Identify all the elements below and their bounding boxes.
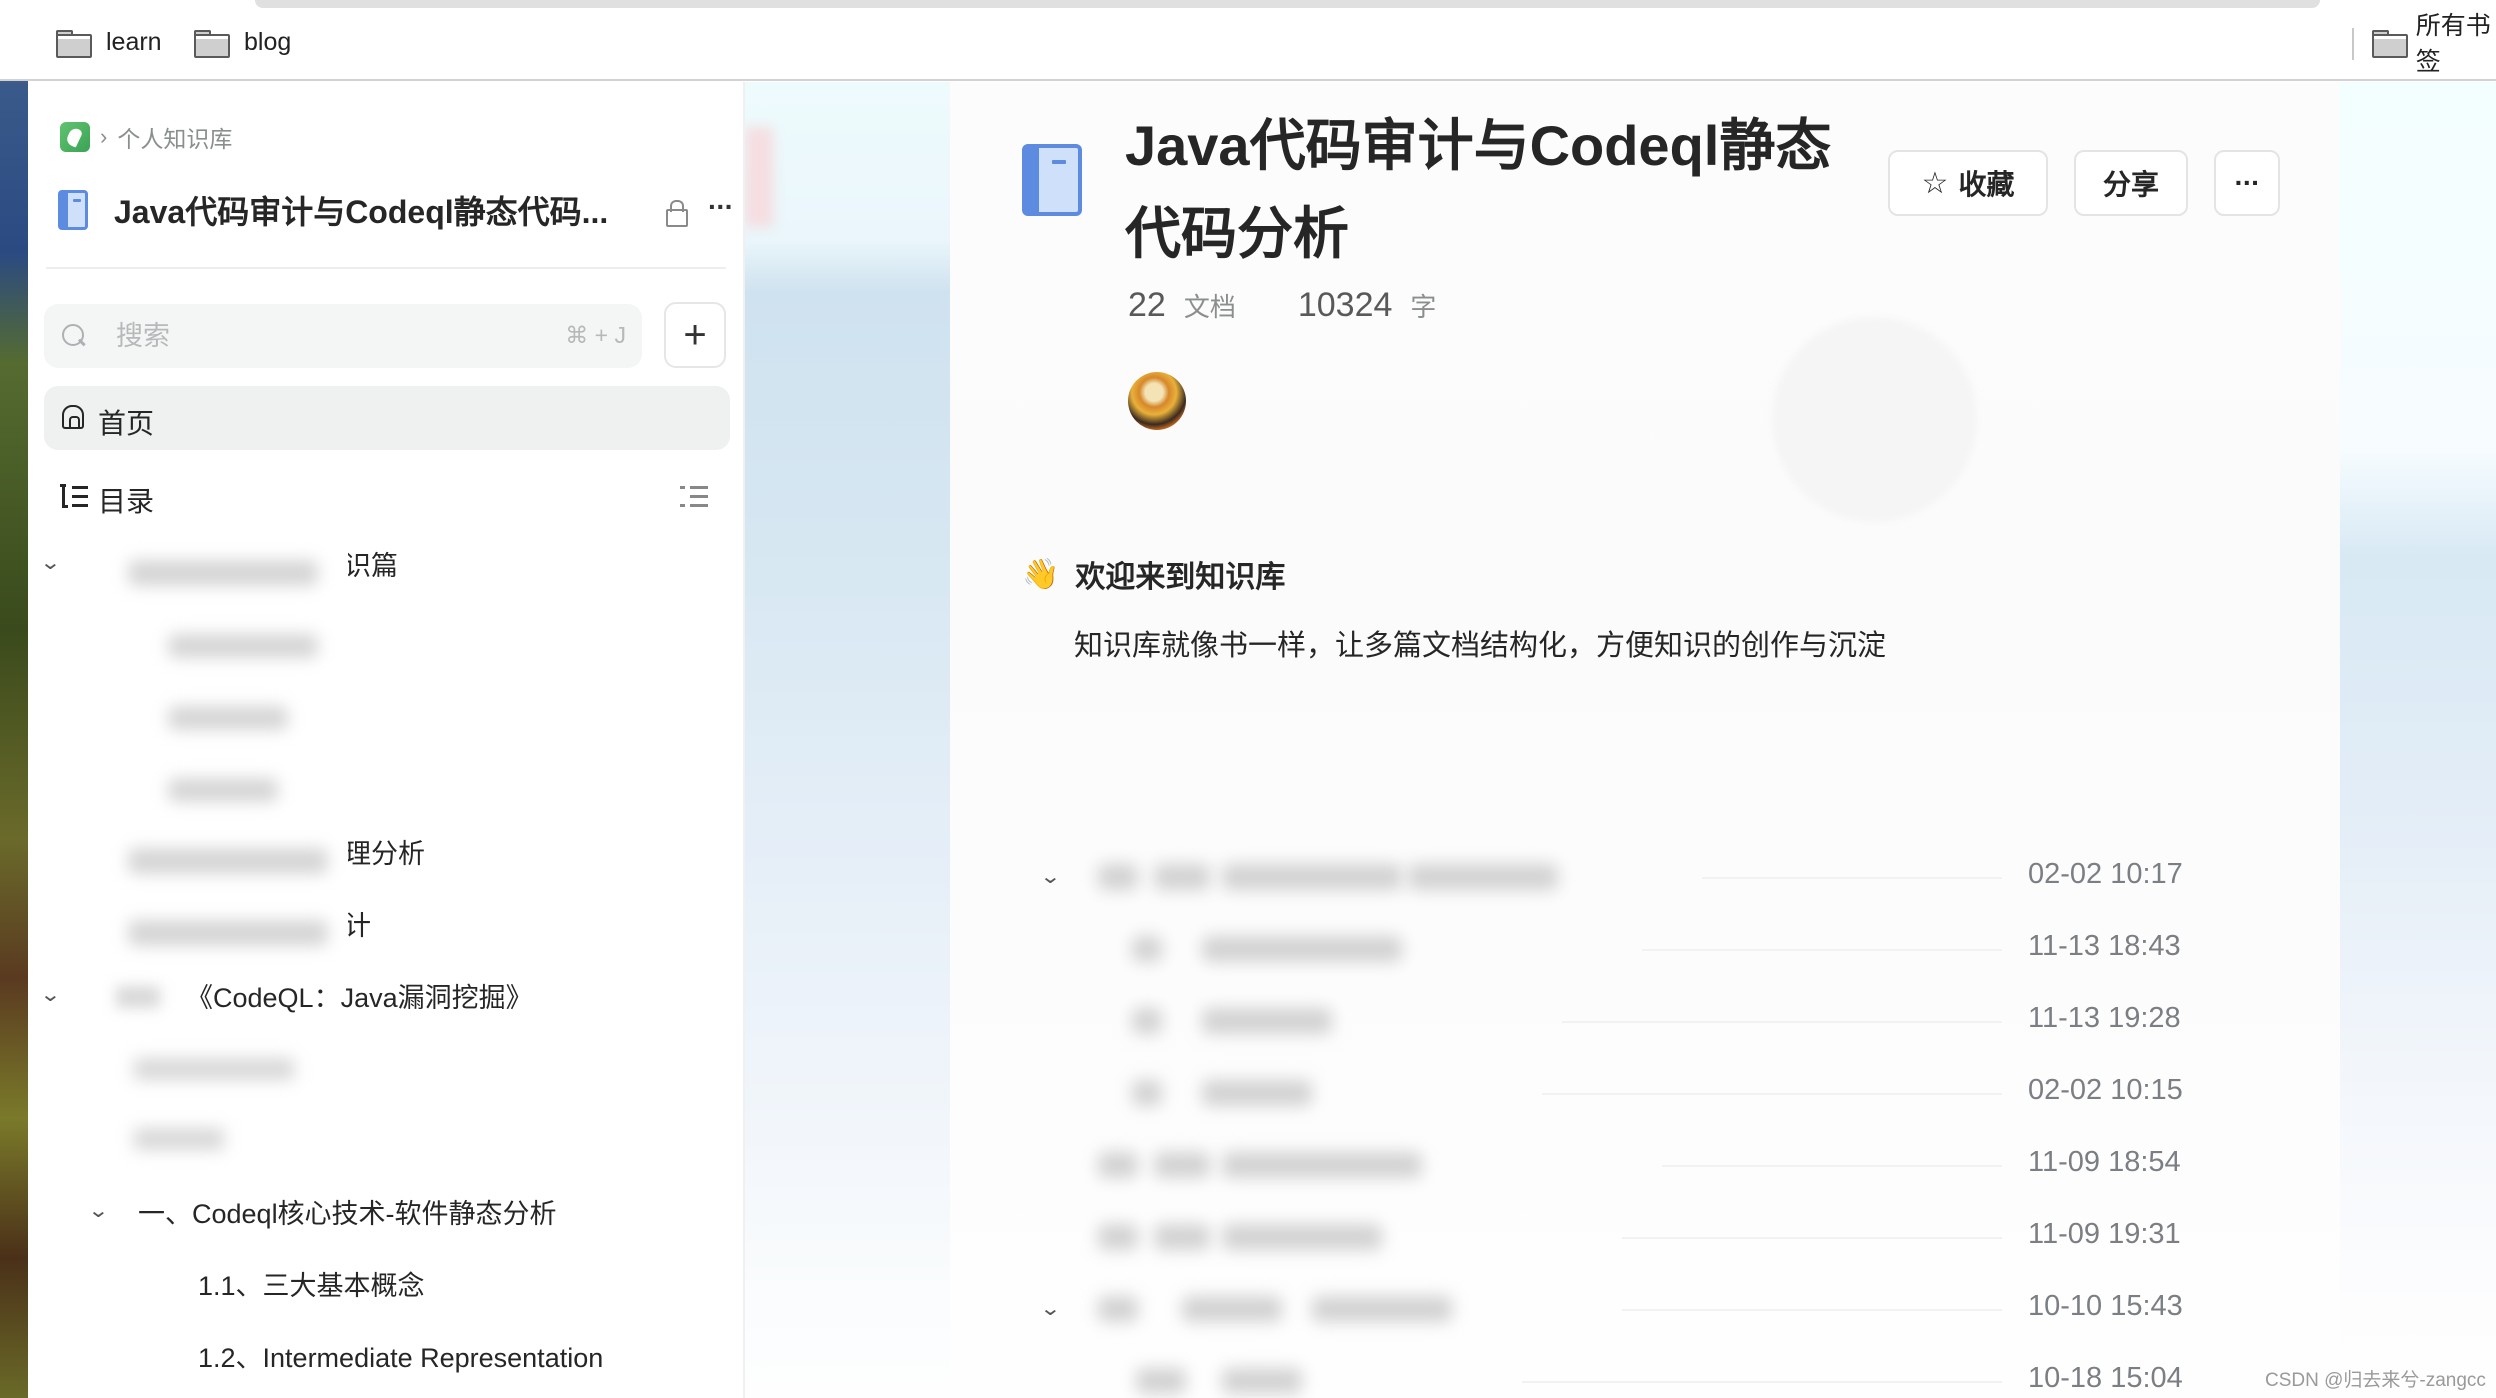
redacted-title: [1092, 1144, 1682, 1186]
nav-home[interactable]: 首页: [44, 386, 730, 450]
toc-collapse-icon[interactable]: [680, 484, 710, 508]
search-icon: [62, 324, 86, 348]
tree-item-label: 一、Codeql核心技术-软件静态分析: [138, 1199, 557, 1229]
more-options-button[interactable]: ···: [2214, 150, 2280, 216]
tree-item[interactable]: [42, 1118, 722, 1158]
book-title[interactable]: Java代码审计与Codeql静态代码...: [114, 187, 608, 233]
desktop-wallpaper: [0, 0, 28, 1398]
nav-catalog-label: 目录: [98, 486, 155, 517]
redacted-title: [1092, 856, 1682, 898]
chevron-down-icon[interactable]: ⌄: [1039, 864, 1061, 889]
welcome-heading: 👋 欢迎来到知识库: [1022, 552, 1285, 596]
page-background-right: [2340, 82, 2496, 1398]
doc-list-item[interactable]: 11-09 18:54: [1042, 1140, 2222, 1190]
tree-item-label: 《CodeQL：Java漏洞挖掘》: [186, 983, 533, 1013]
lock-icon: [666, 200, 688, 227]
bookmark-label: blog: [244, 27, 292, 56]
avatar[interactable]: [1128, 372, 1186, 430]
bookmark-all-bookmarks[interactable]: 所有书签: [2372, 12, 2496, 76]
doc-updated-time: 11-13 18:43: [2028, 930, 2181, 962]
doc-updated-time: 10-18 15:04: [2028, 1362, 2183, 1394]
chevron-down-icon[interactable]: ⌄: [39, 550, 61, 575]
book-icon: [58, 190, 88, 230]
welcome-description: 知识库就像书一样，让多篇文档结构化，方便知识的创作与沉淀: [1074, 630, 1887, 662]
chevron-right-icon: ›: [100, 124, 108, 149]
doc-updated-time: 02-02 10:15: [2028, 1074, 2183, 1106]
redacted-title: [1092, 1288, 1682, 1330]
doc-list-item[interactable]: 02-02 10:15: [1042, 1068, 2222, 1118]
page-background: [745, 82, 950, 1398]
redacted-region: [122, 1052, 322, 1084]
bookmark-learn[interactable]: learn: [56, 27, 162, 58]
address-bar[interactable]: [255, 0, 2320, 8]
star-icon: ☆: [1921, 166, 1949, 200]
doc-updated-time: 11-09 19:31: [2028, 1218, 2181, 1250]
page-title: Java代码审计与Codeql静态代码分析: [1125, 114, 1832, 265]
more-options-button[interactable]: ···: [708, 191, 734, 223]
words-unit: 字: [1410, 292, 1437, 322]
redacted-region: [108, 542, 348, 1012]
book-stats: 22 文档 10324 字: [1128, 286, 1436, 325]
doc-list-item[interactable]: 11-13 18:43: [1042, 924, 2222, 974]
words-count: 10324: [1297, 286, 1393, 324]
nav-catalog[interactable]: 目录: [44, 464, 730, 528]
watermark: CSDN @归去来兮-zangcc: [2265, 1370, 2486, 1391]
breadcrumb-personal-library[interactable]: 个人知识库: [117, 120, 232, 154]
doc-list-item[interactable]: 11-13 19:28: [1042, 996, 2222, 1046]
welcome-title: 欢迎来到知识库: [1075, 561, 1286, 594]
folder-icon: [56, 30, 92, 58]
search-box[interactable]: ⌘ + J: [44, 304, 642, 368]
chevron-down-icon[interactable]: ⌄: [1039, 1296, 1061, 1321]
folder-icon: [194, 30, 230, 58]
divider: [46, 267, 726, 269]
yuque-logo-icon[interactable]: [60, 122, 90, 152]
favorite-button[interactable]: ☆ 收藏: [1888, 150, 2048, 216]
favorite-label: 收藏: [1958, 169, 2015, 200]
redacted-region: [110, 982, 170, 1012]
sidebar: › 个人知识库 Java代码审计与Codeql静态代码... ··· ⌘ + J…: [28, 82, 745, 1398]
doc-list-item[interactable]: 11-09 19:31: [1042, 1212, 2222, 1262]
book-header: Java代码审计与Codeql静态代码... ···: [58, 185, 738, 235]
nav-home-label: 首页: [98, 408, 155, 439]
bookmarks-bar: learn blog 所有书签: [0, 0, 2496, 81]
add-button[interactable]: +: [664, 302, 726, 368]
docs-unit: 文档: [1183, 292, 1236, 322]
tree-item[interactable]: 1.2、Intermediate Representation: [42, 1336, 722, 1376]
doc-list-item[interactable]: ⌄ 02-02 10:17: [1039, 852, 2222, 902]
tree-item[interactable]: [42, 1048, 722, 1088]
bookmark-blog[interactable]: blog: [194, 27, 292, 58]
bookmark-label: learn: [106, 27, 162, 56]
doc-list-item[interactable]: 10-18 15:04: [1042, 1356, 2222, 1398]
doc-updated-time: 10-10 15:43: [2028, 1290, 2183, 1322]
breadcrumb: › 个人知识库: [60, 122, 232, 152]
tree-item[interactable]: 1.1、三大基本概念: [42, 1264, 722, 1304]
book-icon: [1022, 144, 1082, 216]
chevron-down-icon[interactable]: ⌄: [39, 982, 61, 1007]
doc-updated-time: 02-02 10:17: [2028, 858, 2183, 890]
tree-item-label: 1.2、Intermediate Representation: [198, 1343, 604, 1373]
tree-item-label: 1.1、三大基本概念: [198, 1271, 425, 1301]
bookmark-label: 所有书签: [2415, 12, 2491, 76]
docs-count: 22: [1128, 286, 1166, 324]
waving-hand-icon: 👋: [1022, 557, 1060, 591]
doc-list-item[interactable]: ⌄ 10-10 15:43: [1039, 1284, 2222, 1334]
decorative-circle: [1772, 317, 1977, 522]
chevron-down-icon[interactable]: ⌄: [87, 1198, 109, 1223]
redacted-title: [1092, 928, 1682, 970]
doc-updated-time: 11-09 18:54: [2028, 1146, 2181, 1178]
redacted-region: [122, 1122, 262, 1154]
search-shortcut-hint: ⌘ + J: [565, 322, 626, 348]
main-content: Java代码审计与Codeql静态代码分析 ☆ 收藏 分享 ··· 22 文档 …: [950, 82, 2340, 1398]
bookmarks-separator: [2352, 28, 2354, 60]
folder-icon: [2372, 30, 2408, 58]
doc-updated-time: 11-13 19:28: [2028, 1002, 2181, 1034]
redacted-title: [1092, 1216, 1682, 1258]
tree-item[interactable]: ⌄ 《CodeQL：Java漏洞挖掘》: [39, 976, 722, 1016]
home-icon: [62, 405, 84, 429]
toc-icon: [60, 484, 90, 508]
share-button[interactable]: 分享: [2074, 150, 2188, 216]
redacted-title: [1092, 1360, 1682, 1398]
search-input[interactable]: [116, 316, 496, 356]
tree-item[interactable]: ⌄ 一、Codeql核心技术-软件静态分析: [42, 1192, 722, 1232]
